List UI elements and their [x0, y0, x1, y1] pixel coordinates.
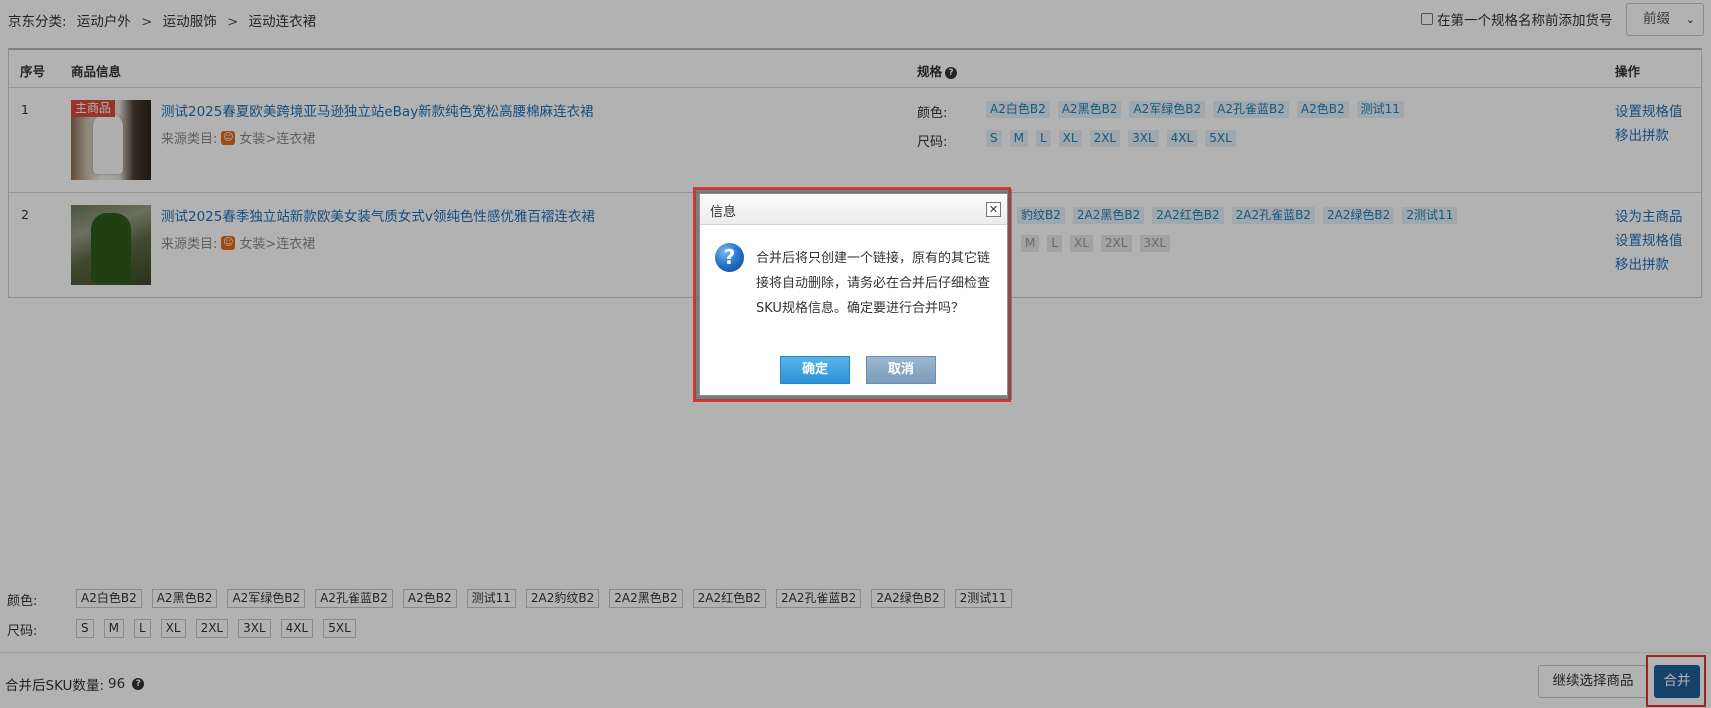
close-icon[interactable]: ✕ — [986, 202, 1001, 217]
question-icon: ? — [715, 243, 744, 272]
confirm-dialog: 信息 ✕ ? 合并后将只创建一个链接，原有的其它链接将自动删除，请务必在合并后仔… — [699, 193, 1008, 396]
confirm-button[interactable]: 确定 — [780, 356, 850, 384]
cancel-button[interactable]: 取消 — [866, 356, 936, 384]
dialog-header: 信息 ✕ — [700, 194, 1007, 225]
dialog-message: 合并后将只创建一个链接，原有的其它链接将自动删除，请务必在合并后仔细检查SKU规… — [756, 251, 991, 316]
dialog-title: 信息 — [710, 205, 737, 220]
